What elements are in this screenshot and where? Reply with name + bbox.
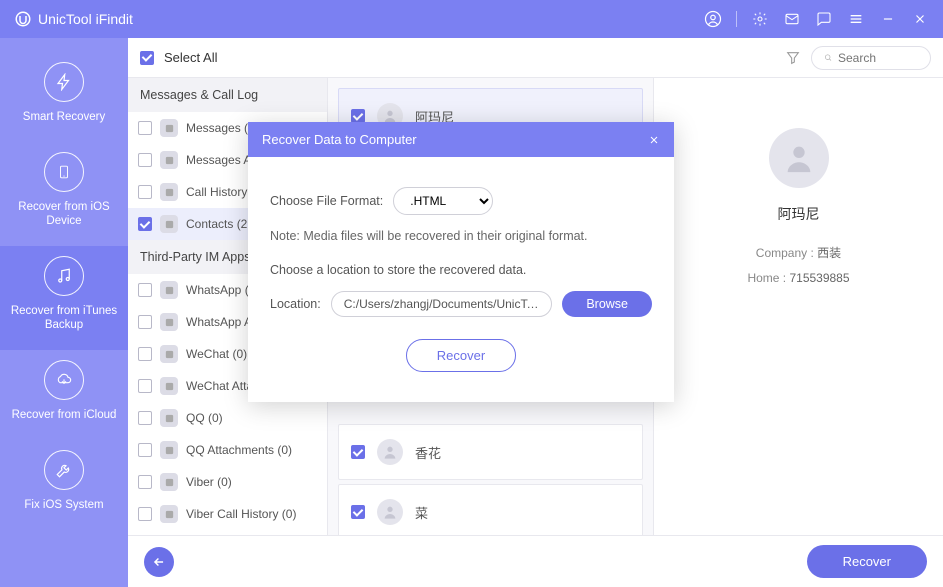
modal-title: Recover Data to Computer xyxy=(262,132,417,147)
row-checkbox[interactable] xyxy=(138,121,152,135)
category-icon xyxy=(160,183,178,201)
close-icon[interactable] xyxy=(911,10,929,28)
item-checkbox[interactable] xyxy=(351,109,365,123)
category-row[interactable]: QQ Attachments (0) xyxy=(128,434,327,466)
nav-label: Recover from iCloud xyxy=(6,408,122,422)
mail-icon[interactable] xyxy=(783,10,801,28)
location-prompt: Choose a location to store the recovered… xyxy=(270,263,652,277)
location-field[interactable]: C:/Users/zhangj/Documents/UnicTo... xyxy=(331,291,553,317)
item-name: 菜 xyxy=(415,503,428,522)
footer: Recover xyxy=(128,535,943,587)
avatar-icon xyxy=(377,499,403,525)
nav-recover-icloud[interactable]: Recover from iCloud xyxy=(0,350,128,440)
close-icon[interactable] xyxy=(648,134,660,146)
titlebar: UnicTool iFindit xyxy=(0,0,943,38)
category-icon xyxy=(160,377,178,395)
row-checkbox[interactable] xyxy=(138,315,152,329)
category-icon xyxy=(160,473,178,491)
category-icon xyxy=(160,441,178,459)
item-checkbox[interactable] xyxy=(351,505,365,519)
company-field: Company : 西装 xyxy=(672,244,925,261)
list-item[interactable]: 香花 xyxy=(338,424,643,480)
category-icon xyxy=(160,313,178,331)
home-field: Home : 715539885 xyxy=(672,271,925,285)
nav-label: Recover from iTunes Backup xyxy=(6,304,122,332)
row-checkbox[interactable] xyxy=(138,347,152,361)
category-icon xyxy=(160,215,178,233)
row-checkbox[interactable] xyxy=(138,411,152,425)
item-name: 香花 xyxy=(415,443,441,462)
gear-icon[interactable] xyxy=(751,10,769,28)
phone-icon xyxy=(44,152,84,192)
search-input[interactable] xyxy=(838,51,918,65)
category-icon xyxy=(160,409,178,427)
category-icon xyxy=(160,345,178,363)
category-row[interactable]: Viber Call History (0) xyxy=(128,498,327,530)
wrench-icon xyxy=(44,450,84,490)
nav-smart-recovery[interactable]: Smart Recovery xyxy=(0,52,128,142)
modal-header: Recover Data to Computer xyxy=(248,122,674,157)
menu-icon[interactable] xyxy=(847,10,865,28)
category-header: Messages & Call Log xyxy=(128,78,327,112)
feedback-icon[interactable] xyxy=(815,10,833,28)
row-checkbox[interactable] xyxy=(138,283,152,297)
row-checkbox[interactable] xyxy=(138,507,152,521)
category-row[interactable]: QQ (0) xyxy=(128,402,327,434)
search-box[interactable] xyxy=(811,46,931,70)
nav-label: Recover from iOS Device xyxy=(6,200,122,228)
recover-button[interactable]: Recover xyxy=(807,545,927,578)
music-icon xyxy=(44,256,84,296)
search-icon xyxy=(824,51,832,64)
left-nav: Smart Recovery Recover from iOS Device R… xyxy=(0,38,128,587)
location-label: Location: xyxy=(270,297,321,311)
filter-icon[interactable] xyxy=(785,50,801,66)
app-name: UnicTool iFindit xyxy=(38,11,133,27)
nav-label: Smart Recovery xyxy=(6,110,122,124)
avatar-icon xyxy=(769,128,829,188)
row-checkbox[interactable] xyxy=(138,217,152,231)
category-label: QQ (0) xyxy=(186,411,317,425)
detail-panel: 阿玛尼 Company : 西装 Home : 715539885 xyxy=(653,78,943,535)
category-label: QQ Attachments (0) xyxy=(186,443,317,457)
cloud-icon xyxy=(44,360,84,400)
user-icon[interactable] xyxy=(704,10,722,28)
nav-recover-ios[interactable]: Recover from iOS Device xyxy=(0,142,128,246)
item-checkbox[interactable] xyxy=(351,445,365,459)
format-label: Choose File Format: xyxy=(270,194,383,208)
app-logo: UnicTool iFindit xyxy=(14,10,133,28)
category-row[interactable]: Viber (0) xyxy=(128,466,327,498)
toolbar: Select All xyxy=(128,38,943,78)
category-icon xyxy=(160,281,178,299)
category-label: Viber (0) xyxy=(186,475,317,489)
contact-name: 阿玛尼 xyxy=(672,204,925,224)
minimize-icon[interactable] xyxy=(879,10,897,28)
list-item[interactable]: 菜 xyxy=(338,484,643,535)
lightning-icon xyxy=(44,62,84,102)
nav-fix-ios[interactable]: Fix iOS System xyxy=(0,440,128,530)
nav-recover-itunes[interactable]: Recover from iTunes Backup xyxy=(0,246,128,350)
category-icon xyxy=(160,151,178,169)
select-all-checkbox[interactable] xyxy=(140,51,154,65)
modal-note: Note: Media files will be recovered in t… xyxy=(270,229,652,243)
back-button[interactable] xyxy=(144,547,174,577)
format-select[interactable]: .HTML xyxy=(393,187,493,215)
category-icon xyxy=(160,505,178,523)
category-icon xyxy=(160,119,178,137)
category-label: Viber Call History (0) xyxy=(186,507,317,521)
row-checkbox[interactable] xyxy=(138,475,152,489)
avatar-icon xyxy=(377,439,403,465)
recover-modal: Recover Data to Computer Choose File For… xyxy=(248,122,674,402)
row-checkbox[interactable] xyxy=(138,443,152,457)
row-checkbox[interactable] xyxy=(138,153,152,167)
nav-label: Fix iOS System xyxy=(6,498,122,512)
select-all-label: Select All xyxy=(164,50,217,65)
browse-button[interactable]: Browse xyxy=(562,291,652,317)
row-checkbox[interactable] xyxy=(138,379,152,393)
modal-recover-button[interactable]: Recover xyxy=(406,339,516,372)
row-checkbox[interactable] xyxy=(138,185,152,199)
